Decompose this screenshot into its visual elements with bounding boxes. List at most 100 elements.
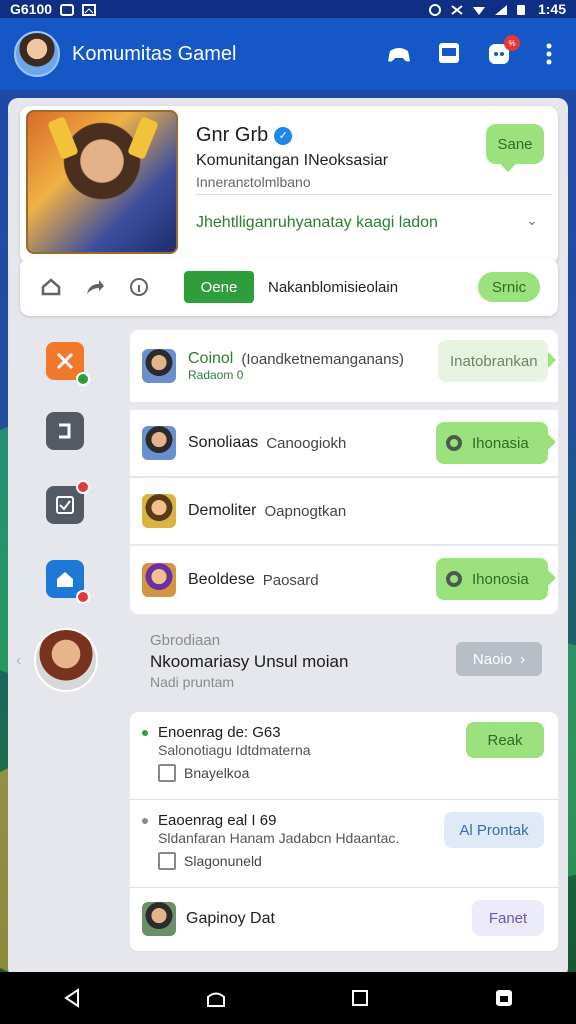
house-icon bbox=[57, 572, 73, 587]
friend-name: Demoliter bbox=[188, 502, 257, 519]
friend-chip[interactable]: Ihonosia bbox=[436, 558, 556, 600]
alert-dot bbox=[76, 480, 90, 494]
app-icon bbox=[496, 990, 512, 1006]
share-button[interactable]: Sane bbox=[486, 124, 544, 172]
recents-button[interactable] bbox=[348, 986, 372, 1010]
event-action-button[interactable]: Fanet bbox=[472, 900, 544, 936]
profile-meta: Inneranɛtolmlbano bbox=[196, 174, 311, 190]
event-action-button[interactable]: Reak bbox=[466, 722, 544, 758]
rail-item-home[interactable] bbox=[46, 560, 90, 604]
friend-name: Coinol bbox=[188, 350, 234, 367]
action-bar: Oene Nakanblomisieolain Srnic bbox=[20, 258, 558, 316]
event-title: Gapinoy Dat bbox=[186, 910, 275, 927]
friend-name: Sonoliaas bbox=[188, 434, 259, 451]
featured-line3: Nadi pruntam bbox=[150, 674, 235, 690]
event-foot: Slagonuneld bbox=[158, 852, 262, 870]
event-action-button[interactable]: Al Prontak bbox=[444, 812, 544, 848]
status-text: G6100 bbox=[10, 1, 53, 17]
event-action-label: Fanet bbox=[488, 909, 528, 927]
friend-avatar bbox=[142, 349, 176, 383]
gamepad-button[interactable] bbox=[386, 41, 412, 67]
back-button[interactable] bbox=[60, 986, 84, 1010]
event-foot-text: Bnayelkoa bbox=[184, 765, 250, 781]
rail-item-exit[interactable] bbox=[46, 412, 84, 450]
event-desc: Sldanfaran Hanam Jadabcn Hdaantac. bbox=[158, 830, 400, 846]
friend-chip-label: Ihonasia bbox=[472, 434, 529, 452]
gear-icon bbox=[446, 571, 462, 587]
friend-sub: Radaom 0 bbox=[188, 368, 244, 382]
open-label: Oene bbox=[200, 278, 238, 296]
hero-horn bbox=[47, 116, 79, 160]
crossed-swords-icon bbox=[56, 352, 74, 370]
event-title: Enoenrag de: G63 bbox=[158, 724, 281, 741]
event-action-label: Reak bbox=[487, 731, 523, 749]
profile-subtitle: Komunitangan INeoksasiar bbox=[196, 152, 389, 169]
profile-name: Gnr Grb bbox=[196, 124, 269, 146]
store-button[interactable] bbox=[436, 41, 462, 67]
app-bar: Komumitas Gamel % bbox=[0, 18, 576, 90]
info-icon bbox=[130, 278, 148, 296]
next-label: Naoio bbox=[472, 650, 513, 668]
alert-dot bbox=[76, 590, 90, 604]
clock: 1:45 bbox=[537, 1, 566, 17]
image-icon bbox=[82, 3, 97, 16]
notifications-button[interactable]: % bbox=[486, 35, 520, 67]
recents-icon bbox=[352, 990, 368, 1006]
back-icon bbox=[64, 988, 79, 1008]
chevron-right-icon: › bbox=[520, 650, 526, 668]
friend-chip-label: Ihonosia bbox=[472, 570, 529, 588]
rail-item-tasks[interactable] bbox=[46, 480, 90, 524]
friend-row[interactable]: Coinol (Ioandketnemanganans) Radaom 0 In… bbox=[130, 330, 558, 402]
alarm-icon bbox=[428, 3, 442, 16]
checkbox-icon bbox=[56, 496, 74, 514]
friend-avatar bbox=[142, 426, 176, 460]
friend-chip-label: Inatobrankan bbox=[450, 352, 538, 370]
event-card[interactable]: Eaoenrag eal I 69 Sldanfaran Hanam Jadab… bbox=[130, 800, 558, 888]
info-button[interactable] bbox=[126, 274, 152, 300]
friend-row[interactable]: Beoldese Paosard Ihonosia bbox=[130, 546, 558, 614]
home-nav-button[interactable] bbox=[204, 986, 228, 1010]
event-action-label: Al Prontak bbox=[459, 821, 529, 839]
gamepad-icon bbox=[388, 48, 410, 62]
next-button[interactable]: Naoio › bbox=[456, 642, 542, 676]
friend-chip[interactable]: Ihonasia bbox=[436, 422, 556, 464]
event-card[interactable]: Gapinoy Dat Fanet bbox=[130, 888, 558, 952]
rail-item-tools[interactable] bbox=[46, 342, 90, 386]
calendar-icon bbox=[158, 852, 176, 870]
event-desc: Salonotiagu Idtdmaterna bbox=[158, 742, 311, 758]
chevron-left-icon[interactable]: ‹ bbox=[16, 652, 21, 670]
featured-line2: Nkoomariasy Unsul moian bbox=[150, 652, 349, 671]
share-forward-button[interactable] bbox=[82, 274, 108, 300]
user-avatar[interactable] bbox=[14, 31, 60, 77]
friend-chip[interactable]: Inatobrankan bbox=[438, 340, 556, 382]
exit-icon bbox=[59, 423, 71, 439]
overflow-menu-button[interactable] bbox=[536, 41, 562, 67]
status-dot bbox=[142, 730, 148, 736]
friend-status: (Ioandketnemanganans) bbox=[241, 350, 404, 368]
friend-status: Oapnogtkan bbox=[264, 502, 347, 520]
store-icon bbox=[439, 43, 459, 63]
verified-icon: ✓ bbox=[274, 126, 293, 145]
featured-avatar[interactable] bbox=[34, 628, 98, 692]
chevron-down-icon[interactable]: ⌄ bbox=[526, 212, 546, 232]
mute-icon bbox=[450, 3, 464, 15]
more-vertical-icon bbox=[546, 43, 552, 65]
wifi-icon bbox=[472, 3, 486, 15]
status-dot bbox=[142, 818, 148, 824]
friend-row[interactable]: Sonoliaas Canoogiokh Ihonasia bbox=[130, 410, 558, 476]
assistant-button[interactable] bbox=[492, 986, 516, 1010]
secondary-button[interactable]: Srnic bbox=[478, 272, 540, 302]
event-card[interactable]: Enoenrag de: G63 Salonotiagu Idtdmaterna… bbox=[130, 712, 558, 800]
open-button[interactable]: Oene bbox=[184, 271, 254, 303]
home-button[interactable] bbox=[38, 274, 64, 300]
friend-row[interactable]: Demoliter Oapnogtkan bbox=[130, 478, 558, 544]
featured-line1: Gbrodiaan bbox=[150, 632, 221, 649]
system-nav-bar bbox=[0, 972, 576, 1024]
action-text: Nakanblomisieolain bbox=[268, 278, 399, 296]
share-forward-icon bbox=[87, 280, 104, 294]
secondary-label: Srnic bbox=[491, 278, 527, 296]
main-panel: Gnr Grb ✓ Komunitangan INeoksasiar Inner… bbox=[8, 98, 568, 978]
friend-status: Canoogiokh bbox=[266, 434, 347, 452]
event-foot-text: Slagonuneld bbox=[184, 853, 262, 869]
calendar-icon bbox=[158, 764, 176, 782]
